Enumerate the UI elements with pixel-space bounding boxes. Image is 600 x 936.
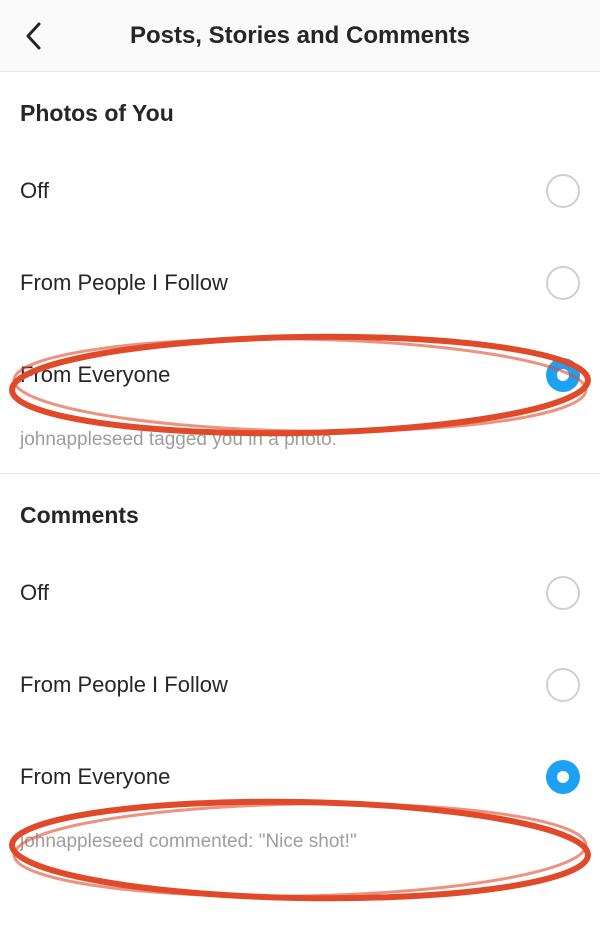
radio-selected-icon <box>546 358 580 392</box>
option-label: Off <box>20 580 49 606</box>
option-label: From People I Follow <box>20 270 228 296</box>
option-photos-off[interactable]: Off <box>20 145 580 237</box>
option-photos-following[interactable]: From People I Follow <box>20 237 580 329</box>
radio-selected-icon <box>546 760 580 794</box>
option-comments-off[interactable]: Off <box>20 547 580 639</box>
back-button[interactable] <box>18 20 50 52</box>
option-label: From Everyone <box>20 764 170 790</box>
section-hint: johnappleseed commented: "Nice shot!" <box>20 823 580 875</box>
option-photos-everyone[interactable]: From Everyone <box>20 329 580 421</box>
page-title: Posts, Stories and Comments <box>0 22 600 50</box>
option-comments-following[interactable]: From People I Follow <box>20 639 580 731</box>
chevron-left-icon <box>25 22 43 50</box>
radio-unselected-icon <box>546 576 580 610</box>
option-label: From Everyone <box>20 362 170 388</box>
option-comments-everyone[interactable]: From Everyone <box>20 731 580 823</box>
radio-unselected-icon <box>546 266 580 300</box>
section-photos: Photos of You Off From People I Follow F… <box>0 72 600 473</box>
section-hint: johnappleseed tagged you in a photo. <box>20 421 580 473</box>
option-label: Off <box>20 178 49 204</box>
radio-unselected-icon <box>546 668 580 702</box>
option-label: From People I Follow <box>20 672 228 698</box>
header: Posts, Stories and Comments <box>0 0 600 72</box>
radio-unselected-icon <box>546 174 580 208</box>
section-title-comments: Comments <box>20 474 580 547</box>
section-title-photos: Photos of You <box>20 72 580 145</box>
section-comments: Comments Off From People I Follow From E… <box>0 474 600 875</box>
